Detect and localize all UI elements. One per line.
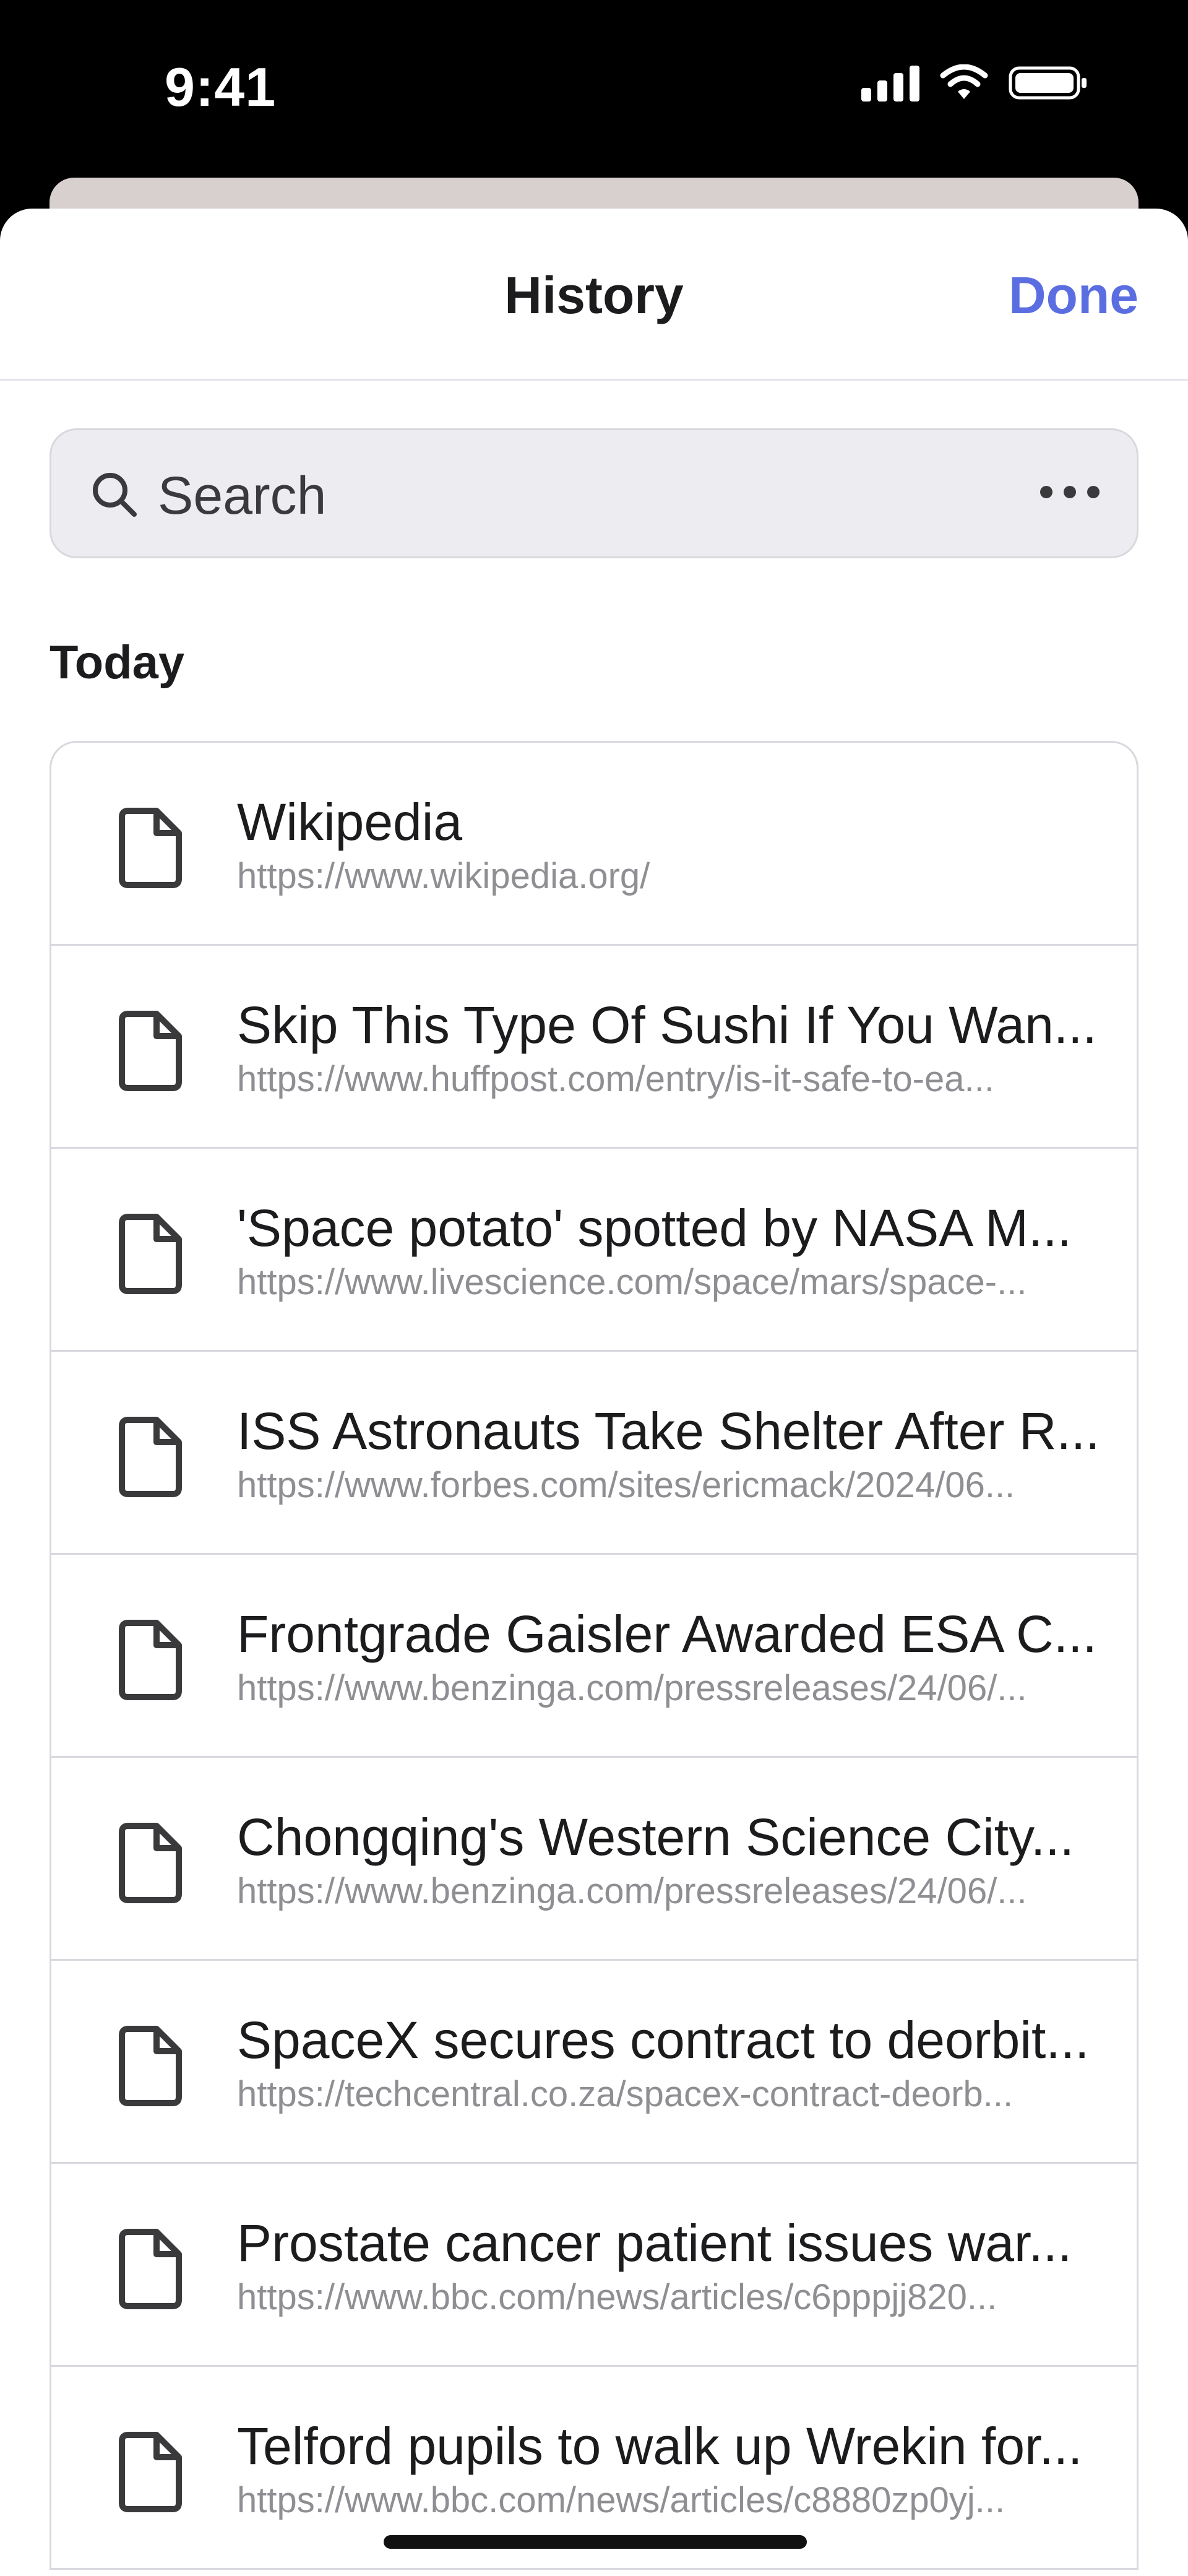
history-row[interactable]: 'Space potato' spotted by NASA M... http… <box>51 1149 1137 1352</box>
history-row[interactable]: Prostate cancer patient issues war... ht… <box>51 2164 1137 2367</box>
history-title: Skip This Type Of Sushi If You Wan... <box>237 996 1097 1054</box>
document-icon <box>119 2026 182 2106</box>
history-sheet: History Done Today Wikipedia https://www… <box>0 209 1188 2576</box>
status-icons <box>861 64 1089 102</box>
battery-icon <box>1009 66 1087 100</box>
history-title: SpaceX secures contract to deorbit... <box>237 2011 1090 2069</box>
more-icon[interactable] <box>1040 486 1100 498</box>
done-button[interactable]: Done <box>1009 266 1138 326</box>
history-row[interactable]: SpaceX secures contract to deorbit... ht… <box>51 1961 1137 2164</box>
document-icon <box>119 2229 182 2309</box>
history-url: https://techcentral.co.za/spacex-contrac… <box>237 2074 1014 2114</box>
status-bar: 9:41 <box>0 0 1188 179</box>
nav-bar: History Done <box>0 209 1188 381</box>
history-title: 'Space potato' spotted by NASA M... <box>237 1199 1072 1257</box>
document-icon <box>119 1620 182 1700</box>
document-icon <box>119 1417 182 1497</box>
history-title: Prostate cancer patient issues war... <box>237 2214 1072 2272</box>
cellular-signal-icon <box>861 64 919 102</box>
history-title: Telford pupils to walk up Wrekin for... <box>237 2417 1083 2475</box>
history-url: https://www.forbes.com/sites/ericmack/20… <box>237 1465 1015 1505</box>
history-row[interactable]: ISS Astronauts Take Shelter After R... h… <box>51 1352 1137 1555</box>
status-time: 9:41 <box>165 56 277 118</box>
wifi-icon <box>940 64 988 99</box>
document-icon <box>119 808 182 888</box>
history-url: https://www.bbc.com/news/articles/c8880z… <box>237 2480 1005 2520</box>
section-header-today: Today <box>50 636 185 689</box>
history-row[interactable]: Wikipedia https://www.wikipedia.org/ <box>51 743 1137 946</box>
document-icon <box>119 2432 182 2512</box>
search-bar[interactable] <box>50 428 1138 558</box>
document-icon <box>119 1214 182 1294</box>
history-url: https://www.huffpost.com/entry/is-it-saf… <box>237 1059 994 1099</box>
history-list: Wikipedia https://www.wikipedia.org/ Ski… <box>50 741 1138 2570</box>
search-input[interactable] <box>157 461 963 530</box>
history-url: https://www.livescience.com/space/mars/s… <box>237 1262 1027 1302</box>
history-url: https://www.benzinga.com/pressreleases/2… <box>237 1871 1027 1911</box>
history-title: Wikipedia <box>237 793 463 851</box>
document-icon <box>119 1823 182 1903</box>
history-title: ISS Astronauts Take Shelter After R... <box>237 1402 1100 1460</box>
history-row[interactable]: Chongqing's Western Science City... http… <box>51 1758 1137 1961</box>
history-url: https://www.bbc.com/news/articles/c6pppj… <box>237 2277 997 2317</box>
search-icon <box>93 473 137 517</box>
history-title: Frontgrade Gaisler Awarded ESA C... <box>237 1605 1097 1663</box>
history-row[interactable]: Frontgrade Gaisler Awarded ESA C... http… <box>51 1555 1137 1758</box>
document-icon <box>119 1011 182 1091</box>
home-indicator <box>384 2535 807 2549</box>
history-url: https://www.wikipedia.org/ <box>237 856 650 896</box>
history-url: https://www.benzinga.com/pressreleases/2… <box>237 1668 1027 1708</box>
history-row[interactable]: Skip This Type Of Sushi If You Wan... ht… <box>51 946 1137 1149</box>
history-title: Chongqing's Western Science City... <box>237 1808 1074 1866</box>
